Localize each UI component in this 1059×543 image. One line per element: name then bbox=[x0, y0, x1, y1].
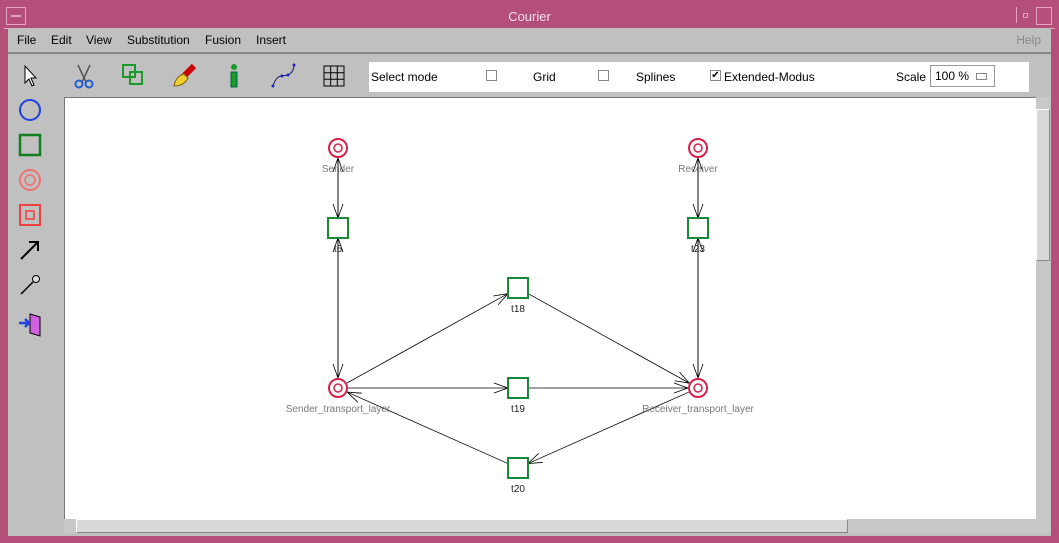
scale-value: 100 % bbox=[935, 69, 970, 83]
inhibitor-arc-icon[interactable] bbox=[16, 271, 44, 299]
transition-box bbox=[327, 217, 349, 239]
splines-label: Splines bbox=[636, 70, 676, 84]
vertical-scroll-thumb[interactable] bbox=[1036, 109, 1050, 261]
grid-label: Grid bbox=[533, 70, 556, 84]
app-window: File Edit View Substitution Fusion Inser… bbox=[8, 28, 1051, 536]
arc-t19-RTL bbox=[528, 382, 690, 394]
arrowhead bbox=[346, 391, 362, 403]
select-mode-checkbox[interactable] bbox=[486, 70, 497, 81]
transition-label: t18 bbox=[511, 304, 525, 315]
place-Sender: Sender bbox=[322, 138, 355, 175]
horizontal-scroll-thumb[interactable] bbox=[76, 519, 848, 533]
transition-t18: t18 bbox=[507, 277, 529, 315]
place-label: Receiver_transport_layer bbox=[642, 404, 754, 415]
scale-label: Scale bbox=[896, 70, 927, 84]
vertical-scrollbar[interactable] bbox=[1036, 97, 1050, 533]
arc-STL-t18 bbox=[346, 292, 510, 384]
transition-t20: t20 bbox=[507, 457, 529, 495]
transition-box bbox=[687, 217, 709, 239]
transition-label: t20 bbox=[511, 484, 525, 495]
transition-label: t23 bbox=[691, 244, 705, 255]
window-title: Courier bbox=[508, 9, 551, 24]
info-icon[interactable] bbox=[220, 62, 248, 90]
place-label: Sender_transport_layer bbox=[286, 404, 391, 415]
place-circle bbox=[688, 138, 708, 158]
place-label: Sender bbox=[322, 164, 355, 175]
paint-brush-icon[interactable] bbox=[170, 62, 198, 90]
place-icon[interactable] bbox=[16, 96, 44, 124]
transition-label: t6 bbox=[334, 244, 343, 255]
title-bar: Courier bbox=[4, 4, 1055, 29]
arc-icon[interactable] bbox=[16, 236, 44, 264]
menu-insert[interactable]: Insert bbox=[256, 33, 286, 47]
maximize-button[interactable] bbox=[1036, 7, 1052, 25]
grid-icon[interactable] bbox=[320, 62, 348, 90]
select-mode-label: Select mode bbox=[371, 70, 438, 84]
dropdown-icon bbox=[976, 73, 987, 80]
spline-icon[interactable] bbox=[270, 62, 298, 90]
pointer-icon[interactable] bbox=[16, 62, 44, 90]
menu-view[interactable]: View bbox=[86, 33, 112, 47]
menu-substitution[interactable]: Substitution bbox=[127, 33, 190, 47]
place-label: Receiver bbox=[678, 164, 718, 175]
exit-icon[interactable] bbox=[16, 311, 44, 339]
arc-STL-t19 bbox=[348, 382, 510, 394]
place-Receiver: Receiver bbox=[678, 138, 718, 175]
options-bar: Select mode Grid Splines ✔ Extended-Modu… bbox=[369, 62, 1029, 92]
place-circle bbox=[328, 138, 348, 158]
fusion-place-icon[interactable] bbox=[16, 166, 44, 194]
menu-bar: File Edit View Substitution Fusion Inser… bbox=[8, 28, 1051, 54]
place-STL: Sender_transport_layer bbox=[286, 378, 391, 415]
transition-box bbox=[507, 277, 529, 299]
place-RTL: Receiver_transport_layer bbox=[642, 378, 755, 415]
arc-RTL-t23 bbox=[692, 236, 704, 378]
petri-net-diagram: Sender Receiver Sender_transport_layer Rece… bbox=[286, 138, 755, 495]
place-circle bbox=[328, 378, 348, 398]
copy-icon[interactable] bbox=[120, 62, 148, 90]
arc-line bbox=[346, 293, 509, 384]
arc-line bbox=[346, 391, 509, 464]
substitution-transition-icon[interactable] bbox=[16, 201, 44, 229]
transition-t19: t19 bbox=[507, 377, 529, 415]
arc-line bbox=[527, 391, 690, 464]
transition-t23: t23 bbox=[687, 217, 709, 255]
arrowhead bbox=[526, 453, 543, 465]
transition-box bbox=[507, 377, 529, 399]
extended-modus-checkbox[interactable]: ✔ bbox=[710, 70, 721, 81]
arc-t20-STL bbox=[346, 391, 509, 464]
arc-RTL-t20 bbox=[526, 391, 690, 465]
place-circle bbox=[688, 378, 708, 398]
extended-modus-label: Extended-Modus bbox=[724, 70, 815, 84]
transition-icon[interactable] bbox=[16, 131, 44, 159]
grid-checkbox[interactable] bbox=[598, 70, 609, 81]
arc-STL-t6 bbox=[332, 236, 344, 378]
minimize-button[interactable] bbox=[1016, 7, 1033, 23]
menu-help[interactable]: Help bbox=[1016, 33, 1041, 47]
menu-file[interactable]: File bbox=[17, 33, 36, 47]
menu-edit[interactable]: Edit bbox=[51, 33, 72, 47]
transition-t6: t6 bbox=[327, 217, 349, 255]
net-canvas[interactable]: Sender Receiver Sender_transport_layer Rece… bbox=[64, 97, 1038, 521]
menu-fusion[interactable]: Fusion bbox=[205, 33, 241, 47]
arc-line bbox=[527, 293, 690, 384]
transition-label: t19 bbox=[511, 404, 525, 415]
scale-select[interactable]: 100 % bbox=[930, 65, 995, 87]
arc-t18-RTL bbox=[527, 293, 691, 384]
scissors-icon[interactable] bbox=[70, 62, 98, 90]
horizontal-scrollbar[interactable] bbox=[64, 519, 1036, 533]
transition-box bbox=[507, 457, 529, 479]
